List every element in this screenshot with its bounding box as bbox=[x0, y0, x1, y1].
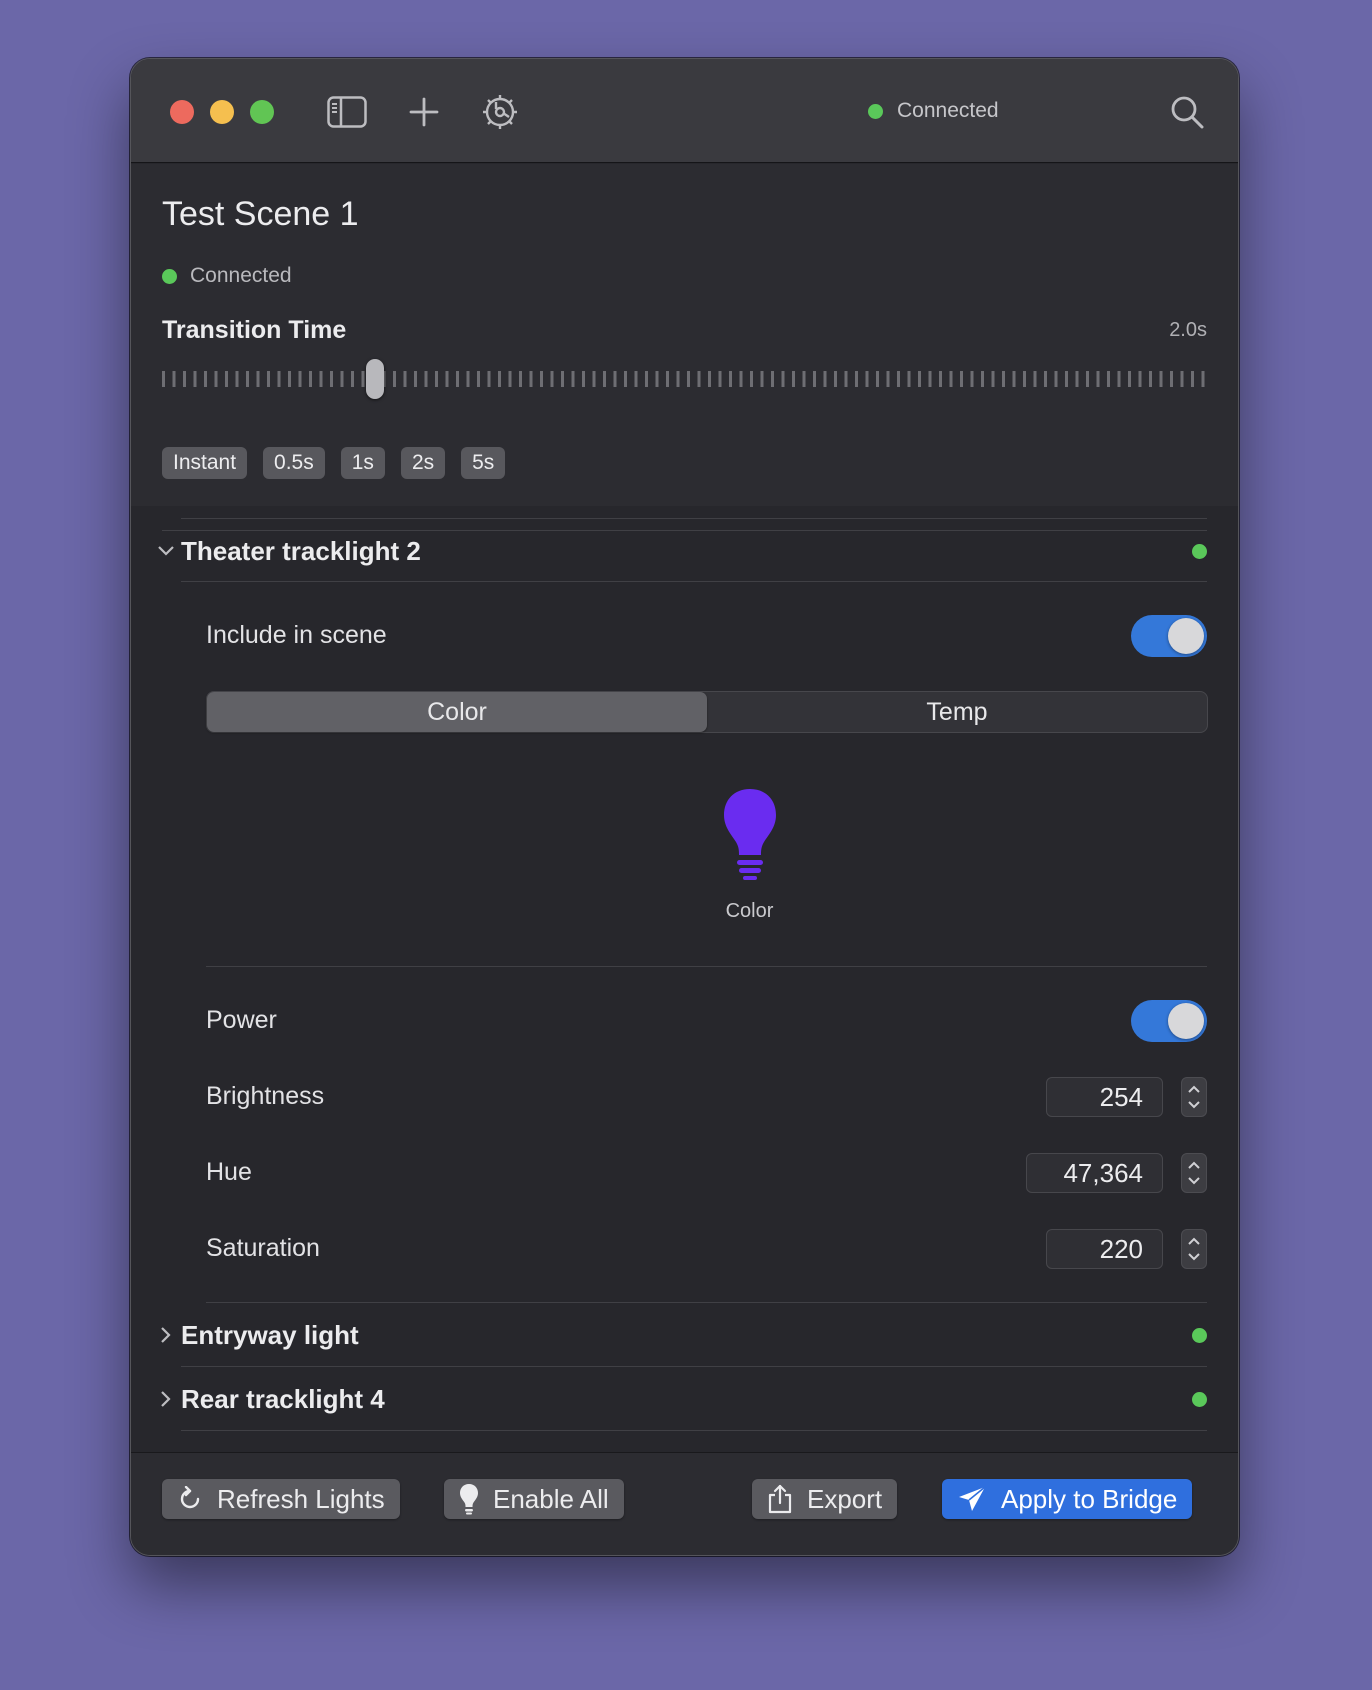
apply-to-bridge-label: Apply to Bridge bbox=[1001, 1483, 1178, 1514]
transition-time-value: 2.0s bbox=[1169, 319, 1207, 341]
power-toggle[interactable] bbox=[1131, 1000, 1207, 1042]
hue-stepper[interactable] bbox=[1181, 1153, 1207, 1193]
section-divider bbox=[206, 1302, 1207, 1303]
tab-color[interactable]: Color bbox=[207, 692, 707, 732]
light-name: Theater tracklight 2 bbox=[181, 535, 421, 566]
preset-instant-button[interactable]: Instant bbox=[162, 447, 248, 479]
mode-segmented-control: Color Temp bbox=[206, 691, 1208, 733]
scene-status-text: Connected bbox=[190, 264, 292, 287]
apply-to-bridge-button[interactable]: Apply to Bridge bbox=[942, 1479, 1193, 1519]
preset-5s-button[interactable]: 5s bbox=[461, 447, 506, 479]
toggle-knob bbox=[1168, 618, 1204, 654]
tab-temp[interactable]: Temp bbox=[707, 692, 1207, 732]
footer-toolbar: Refresh Lights Enable All Export Apply t… bbox=[131, 1452, 1238, 1555]
toggle-knob bbox=[1168, 1003, 1204, 1039]
section-divider bbox=[181, 1366, 1207, 1367]
section-divider bbox=[181, 518, 1207, 519]
light-header-entryway-light[interactable]: Entryway light bbox=[131, 1304, 1238, 1366]
transition-presets: Instant 0.5s 1s 2s 5s bbox=[162, 447, 506, 479]
preset-1s-button[interactable]: 1s bbox=[340, 447, 385, 479]
gear-icon[interactable] bbox=[477, 89, 523, 135]
close-window-button[interactable] bbox=[170, 100, 194, 124]
scene-header: Test Scene 1 Connected Transition Time 2… bbox=[131, 164, 1238, 531]
section-divider bbox=[181, 581, 1207, 582]
export-button[interactable]: Export bbox=[752, 1479, 898, 1519]
export-label: Export bbox=[807, 1483, 883, 1514]
light-name: Rear tracklight 4 bbox=[181, 1383, 385, 1414]
light-status-indicator bbox=[1192, 543, 1207, 559]
search-icon[interactable] bbox=[1164, 89, 1210, 135]
lightbulb-icon bbox=[460, 1484, 478, 1515]
app-window: Connected Test Scene 1 Connected Transit… bbox=[130, 58, 1239, 1556]
stepper-arrows-icon bbox=[1188, 1161, 1200, 1185]
refresh-lights-button[interactable]: Refresh Lights bbox=[162, 1479, 400, 1519]
hue-label: Hue bbox=[206, 1158, 252, 1186]
hue-field[interactable]: 47,364 bbox=[1026, 1153, 1163, 1193]
enable-all-button[interactable]: Enable All bbox=[444, 1479, 624, 1519]
plus-icon[interactable] bbox=[401, 89, 447, 135]
zoom-window-button[interactable] bbox=[250, 100, 274, 124]
paper-plane-icon bbox=[959, 1486, 986, 1511]
brightness-stepper[interactable] bbox=[1181, 1077, 1207, 1117]
light-status-indicator bbox=[1192, 1327, 1207, 1343]
transition-time-slider[interactable] bbox=[162, 359, 1208, 399]
slider-ticks bbox=[162, 371, 1208, 387]
toolbar-connection-status: Connected bbox=[868, 99, 999, 123]
stepper-arrows-icon bbox=[1188, 1237, 1200, 1261]
transition-time-label: Transition Time bbox=[162, 316, 347, 344]
include-in-scene-toggle[interactable] bbox=[1131, 615, 1207, 657]
light-header-rear-tracklight-4[interactable]: Rear tracklight 4 bbox=[131, 1368, 1238, 1430]
enable-all-label: Enable All bbox=[493, 1483, 609, 1514]
lightbulb-icon[interactable] bbox=[721, 787, 779, 886]
refresh-icon bbox=[180, 1486, 200, 1509]
section-divider bbox=[206, 966, 1207, 967]
saturation-field[interactable]: 220 bbox=[1046, 1229, 1163, 1269]
section-divider bbox=[181, 1430, 1207, 1431]
scene-connection-status: Connected bbox=[162, 264, 292, 288]
titlebar: Connected bbox=[131, 59, 1238, 163]
chevron-right-icon[interactable] bbox=[156, 1389, 176, 1409]
include-in-scene-label: Include in scene bbox=[206, 621, 387, 649]
minimize-window-button[interactable] bbox=[210, 100, 234, 124]
preset-0.5s-button[interactable]: 0.5s bbox=[263, 447, 325, 479]
refresh-lights-label: Refresh Lights bbox=[217, 1483, 385, 1514]
light-header-theater-tracklight-2[interactable]: Theater tracklight 2 bbox=[131, 520, 1238, 582]
power-label: Power bbox=[206, 1006, 277, 1034]
light-name: Entryway light bbox=[181, 1319, 359, 1350]
sidebar-toggle-icon[interactable] bbox=[324, 89, 370, 135]
stepper-arrows-icon bbox=[1188, 1085, 1200, 1109]
slider-thumb[interactable] bbox=[366, 359, 384, 399]
saturation-label: Saturation bbox=[206, 1234, 320, 1262]
color-preview: Color bbox=[131, 787, 1238, 923]
toolbar-status-text: Connected bbox=[897, 99, 999, 122]
status-indicator-icon bbox=[868, 103, 883, 119]
color-preview-caption: Color bbox=[725, 900, 774, 922]
saturation-stepper[interactable] bbox=[1181, 1229, 1207, 1269]
preset-2s-button[interactable]: 2s bbox=[400, 447, 446, 479]
chevron-down-icon[interactable] bbox=[156, 541, 176, 561]
scene-title[interactable]: Test Scene 1 bbox=[162, 195, 359, 234]
brightness-label: Brightness bbox=[206, 1082, 325, 1110]
light-status-indicator bbox=[1192, 1391, 1207, 1407]
chevron-right-icon[interactable] bbox=[156, 1325, 176, 1345]
status-indicator-icon bbox=[162, 268, 177, 284]
brightness-field[interactable]: 254 bbox=[1046, 1077, 1163, 1117]
share-icon bbox=[768, 1484, 792, 1514]
